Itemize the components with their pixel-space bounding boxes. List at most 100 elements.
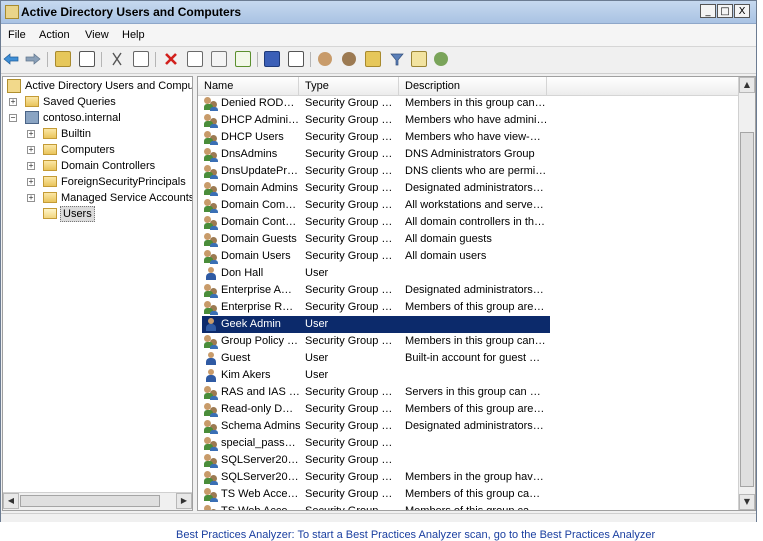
row-name: Domain Cont… (221, 216, 297, 228)
table-row[interactable]: Domain Com… Security Group … All workstati… (202, 197, 550, 214)
row-name: Read-only D… (221, 403, 294, 415)
table-row[interactable]: DnsAdmins Security Group … DNS Administrat… (202, 146, 550, 163)
console-tree-icon[interactable] (288, 51, 304, 67)
add-to-group-icon[interactable] (433, 51, 449, 67)
tree-root[interactable]: Active Directory Users and Computers (5, 78, 192, 94)
up-folder-icon[interactable] (55, 51, 71, 67)
row-name: TS Web Acce… (221, 488, 299, 500)
delete-icon[interactable] (163, 51, 179, 67)
tree-item-users[interactable]: Users (5, 206, 192, 222)
table-row[interactable]: Geek Admin User (202, 316, 550, 333)
console-tree[interactable]: Active Directory Users and Computers + S… (2, 76, 193, 511)
table-row[interactable]: DHCP Admini… Security Group … Members who … (202, 112, 550, 129)
back-arrow-icon[interactable] (3, 51, 19, 67)
table-row[interactable]: SQLServer20… Security Group … (202, 452, 550, 469)
row-name: DHCP Admini… (221, 114, 300, 126)
table-row[interactable]: Kim Akers User (202, 367, 550, 384)
table-row[interactable]: Enterprise R… Security Group … Members of … (202, 299, 550, 316)
table-row[interactable]: Domain Cont… Security Group … All domain c… (202, 214, 550, 231)
tree-root-label: Active Directory Users and Computers (25, 80, 192, 92)
table-row[interactable]: Read-only D… Security Group … Members of t… (202, 401, 550, 418)
table-row[interactable]: special_pass… Security Group … (202, 435, 550, 452)
title-bar[interactable]: Active Directory Users and Computers _ □… (1, 1, 756, 24)
find-icon[interactable] (411, 51, 427, 67)
help-icon[interactable] (264, 51, 280, 67)
tree-item-builtin[interactable]: + Builtin (5, 126, 192, 142)
refresh-icon[interactable] (211, 51, 227, 67)
row-description: All domain guests (405, 233, 492, 245)
expand-icon[interactable]: + (27, 178, 35, 186)
new-ou-icon[interactable] (365, 51, 381, 67)
table-row[interactable]: Denied ROD… Security Group … Members in th… (202, 95, 550, 112)
tree-horizontal-scrollbar[interactable]: ◀ ▶ (3, 492, 192, 510)
scroll-right-icon[interactable]: ▶ (176, 493, 192, 509)
tree-item-domain[interactable]: − contoso.internal (5, 110, 192, 126)
scroll-up-icon[interactable]: ▲ (739, 77, 755, 93)
security-group-icon (204, 488, 218, 502)
row-name: Schema Admins (221, 420, 301, 432)
row-type: Security Group … (305, 471, 393, 483)
row-description: Members of this group are… (405, 403, 545, 415)
scroll-thumb[interactable] (740, 132, 754, 487)
table-row[interactable]: Don Hall User (202, 265, 550, 282)
table-row[interactable]: Guest User Built-in account for guest … (202, 350, 550, 367)
column-header-type[interactable]: Type (299, 77, 399, 95)
tree-item-computers[interactable]: + Computers (5, 142, 192, 158)
properties-icon[interactable] (187, 51, 203, 67)
tree-item-saved-queries[interactable]: + Saved Queries (5, 94, 192, 110)
scroll-down-icon[interactable]: ▼ (739, 494, 755, 510)
column-header-description[interactable]: Description (399, 77, 547, 95)
table-row[interactable]: Schema Admins Security Group … Designated … (202, 418, 550, 435)
table-row[interactable]: SQLServer20… Security Group … Members in t… (202, 469, 550, 486)
table-row[interactable]: TS Web Acce… Security Group … Members of t… (202, 486, 550, 503)
expand-icon[interactable]: + (27, 194, 35, 202)
row-description: Members of this group ca… (405, 505, 541, 511)
menu-action[interactable]: Action (39, 29, 70, 41)
menu-file[interactable]: File (8, 29, 26, 41)
table-row[interactable]: DHCP Users Security Group … Members who ha… (202, 129, 550, 146)
tree-item-label: Managed Service Accounts (61, 192, 193, 204)
export-list-icon[interactable] (235, 51, 251, 67)
table-row[interactable]: DnsUpdatePr… Security Group … DNS clients … (202, 163, 550, 180)
table-row[interactable]: Group Policy … Security Group … Members in… (202, 333, 550, 350)
ou-folder-icon (43, 160, 57, 171)
close-button[interactable]: X (734, 4, 750, 18)
tree-item-domain-controllers[interactable]: + Domain Controllers (5, 158, 192, 174)
row-type: User (305, 369, 329, 381)
details-list[interactable]: Name Type Description Denied ROD… Securit… (197, 76, 756, 511)
menu-help[interactable]: Help (122, 29, 145, 41)
collapse-icon[interactable]: − (9, 114, 17, 122)
table-row[interactable]: Domain Guests Security Group … All domain … (202, 231, 550, 248)
tree-item-managed-service-accounts[interactable]: + Managed Service Accounts (5, 190, 192, 206)
expand-icon[interactable]: + (27, 130, 35, 138)
minimize-button[interactable]: _ (700, 4, 716, 18)
copy-icon[interactable] (133, 51, 149, 67)
folder-icon (43, 144, 57, 155)
new-group-icon[interactable] (341, 51, 357, 67)
menu-view[interactable]: View (85, 29, 109, 41)
show-hide-tree-icon[interactable] (79, 51, 95, 67)
table-row[interactable]: Domain Admins Security Group … Designated … (202, 180, 550, 197)
new-user-icon[interactable] (317, 51, 333, 67)
table-row[interactable]: Enterprise A… Security Group … Designated … (202, 282, 550, 299)
list-vertical-scrollbar[interactable]: ▲ ▼ (738, 77, 755, 510)
maximize-button[interactable]: □ (717, 4, 733, 18)
scroll-thumb[interactable] (20, 495, 160, 507)
row-name: Guest (221, 352, 251, 364)
expand-icon[interactable]: + (27, 162, 35, 170)
table-row[interactable]: Domain Users Security Group … All domain u… (202, 248, 550, 265)
row-type: Security Group … (305, 386, 393, 398)
column-headers: Name Type Description (198, 77, 739, 96)
column-header-name[interactable]: Name (198, 77, 299, 95)
scroll-left-icon[interactable]: ◀ (3, 493, 19, 509)
row-name: TS Web Acce… (221, 505, 299, 511)
filter-icon[interactable] (389, 51, 405, 67)
table-row[interactable]: TS Web Acce… Security Group … Members of t… (202, 503, 550, 511)
cut-icon[interactable] (109, 51, 125, 67)
expand-icon[interactable]: + (27, 146, 35, 154)
table-row[interactable]: RAS and IAS … Security Group … Servers in … (202, 384, 550, 401)
forward-arrow-icon[interactable] (25, 51, 41, 67)
tree-item-foreign-security-principals[interactable]: + ForeignSecurityPrincipals (5, 174, 192, 190)
user-icon (205, 318, 217, 331)
expand-icon[interactable]: + (9, 98, 17, 106)
